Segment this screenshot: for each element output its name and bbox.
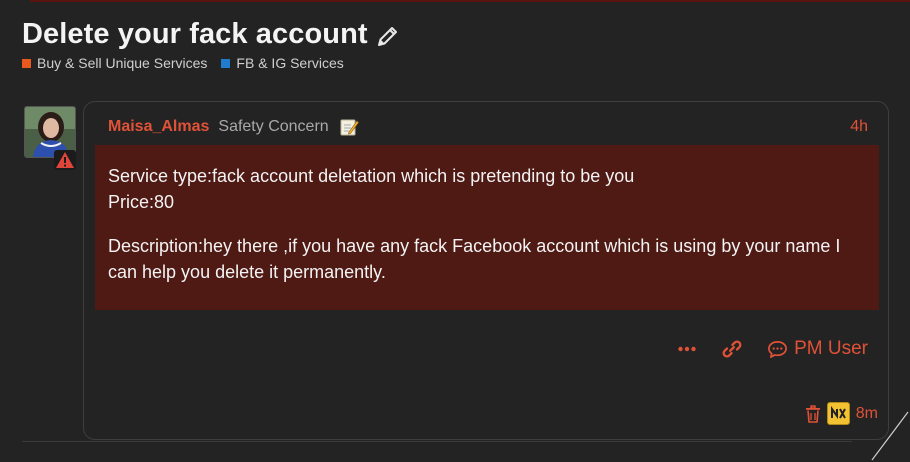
category-color-square <box>221 58 231 68</box>
category-badge-fb-ig[interactable]: FB & IG Services <box>221 55 344 71</box>
post-username[interactable]: Maisa_Almas <box>108 118 209 136</box>
post-body-description: Description:hey there ,if you have any f… <box>108 236 841 282</box>
warning-icon <box>56 152 74 168</box>
corner-decoration <box>871 411 909 461</box>
more-actions-button[interactable] <box>677 339 697 359</box>
post-footer: 8m <box>805 402 878 425</box>
pm-user-button[interactable]: PM User <box>767 338 868 360</box>
user-avatar-wrap[interactable] <box>24 106 76 170</box>
chat-icon <box>768 340 788 358</box>
category-badge-buy-sell[interactable]: Buy & Sell Unique Services <box>22 55 207 71</box>
trash-icon[interactable] <box>805 404 821 423</box>
divider <box>22 441 852 442</box>
pencil-icon[interactable] <box>376 24 400 48</box>
topic-title-row: Delete your fack account <box>22 18 400 51</box>
admin-logo-icon <box>830 405 846 420</box>
top-accent-bar <box>30 0 910 2</box>
share-link-button[interactable] <box>721 338 743 360</box>
post-header: Maisa_Almas Safety Concern 4h <box>108 117 868 137</box>
post-actions: PM User <box>677 338 868 360</box>
category-label: Buy & Sell Unique Services <box>37 55 208 71</box>
memo-icon <box>340 119 359 136</box>
post-time[interactable]: 4h <box>850 118 868 136</box>
page-title[interactable]: Delete your fack account <box>22 18 368 51</box>
post-body-line: Price:80 <box>108 192 175 212</box>
more-icon <box>678 346 696 352</box>
link-icon <box>722 340 742 358</box>
post-body: Service type:fack account deletation whi… <box>95 145 879 310</box>
pm-user-label: PM User <box>794 338 868 359</box>
admin-badge-icon[interactable] <box>826 402 850 425</box>
post-body-line: Service type:fack account deletation whi… <box>108 166 635 186</box>
post-user-title: Safety Concern <box>218 118 329 135</box>
category-badges: Buy & Sell Unique Services FB & IG Servi… <box>22 55 344 71</box>
warning-badge <box>54 150 76 170</box>
category-label: FB & IG Services <box>236 55 344 71</box>
category-color-square <box>22 58 31 68</box>
